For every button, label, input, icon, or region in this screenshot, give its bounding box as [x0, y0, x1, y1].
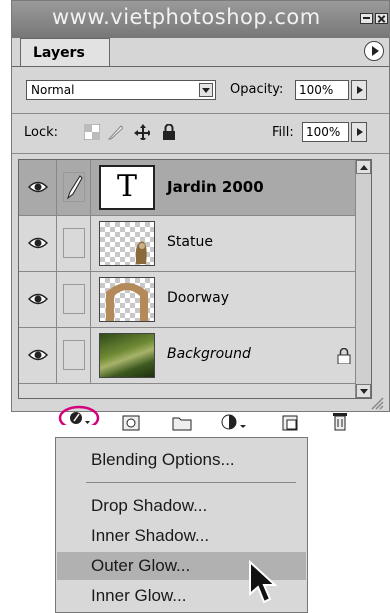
options-divider — [12, 113, 389, 114]
opacity-label: Opacity: — [230, 82, 284, 97]
link-cell[interactable] — [57, 160, 91, 215]
menu-separator — [86, 482, 296, 483]
mouse-cursor-icon — [249, 560, 277, 604]
watermark-text: www.vietphotoshop.com — [52, 5, 321, 29]
layer-thumbnail — [99, 221, 155, 266]
doorway-thumbnail-image — [106, 283, 148, 321]
menu-item-inner-shadow[interactable]: Inner Shadow... — [57, 522, 306, 550]
layer-row-jardin-2000[interactable]: T Jardin 2000 — [19, 160, 371, 216]
fill-label: Fill: — [272, 125, 294, 140]
layer-thumbnail — [99, 333, 155, 378]
eye-icon[interactable] — [28, 236, 48, 250]
eye-icon[interactable] — [28, 348, 48, 362]
brush-icon — [63, 172, 85, 202]
trash-icon[interactable] — [332, 411, 348, 431]
fill-field[interactable]: 100% — [302, 122, 349, 142]
chevron-down-icon[interactable] — [199, 83, 213, 97]
eye-icon[interactable] — [28, 180, 48, 194]
layer-row-statue[interactable]: Statue — [19, 216, 371, 272]
layer-thumbnail: T — [99, 165, 155, 210]
layer-row-doorway[interactable]: Doorway — [19, 272, 371, 328]
lock-transparency-icon[interactable] — [84, 124, 100, 140]
visibility-toggle[interactable] — [19, 216, 57, 271]
link-cell[interactable] — [57, 272, 91, 327]
layers-panel: www.vietphotoshop.com Layers Normal Opac… — [11, 0, 390, 431]
close-icon[interactable] — [375, 13, 388, 24]
layer-name[interactable]: Statue — [167, 234, 213, 250]
scroll-up-icon[interactable] — [356, 160, 371, 174]
layer-row-background[interactable]: Background — [19, 328, 371, 384]
menu-item-drop-shadow[interactable]: Drop Shadow... — [57, 492, 306, 520]
lock-position-icon[interactable] — [134, 124, 150, 140]
layers-scrollbar[interactable] — [355, 160, 371, 398]
blend-mode-value: Normal — [31, 83, 75, 97]
resize-grip-icon[interactable] — [370, 396, 386, 410]
tab-layers[interactable]: Layers — [20, 38, 110, 67]
link-cell[interactable] — [57, 216, 91, 271]
layer-name[interactable]: Doorway — [167, 290, 229, 306]
adjustment-layer-icon[interactable] — [220, 413, 248, 433]
lock-icon — [337, 348, 351, 364]
lock-pixels-icon[interactable] — [107, 124, 123, 140]
lock-label: Lock: — [24, 125, 59, 140]
layer-thumbnail — [99, 277, 155, 322]
new-group-icon[interactable] — [172, 415, 192, 435]
opacity-field[interactable]: 100% — [295, 80, 349, 100]
eye-icon[interactable] — [28, 292, 48, 306]
fill-arrow-icon[interactable] — [351, 122, 367, 142]
link-cell[interactable] — [57, 328, 91, 383]
layers-list: T Jardin 2000 Statue Doorway Background — [18, 159, 372, 399]
layer-style-button[interactable] — [58, 405, 102, 425]
opacity-arrow-icon[interactable] — [351, 80, 367, 100]
layer-name[interactable]: Background — [167, 346, 251, 362]
scroll-down-icon[interactable] — [356, 384, 371, 398]
layer-name[interactable]: Jardin 2000 — [167, 178, 264, 196]
minimize-icon[interactable] — [360, 13, 373, 24]
menu-item-blending-options[interactable]: Blending Options... — [57, 446, 306, 474]
new-layer-icon[interactable] — [282, 415, 298, 435]
visibility-toggle[interactable] — [19, 272, 57, 327]
layer-mask-icon[interactable] — [122, 415, 140, 435]
lock-all-icon[interactable] — [162, 124, 178, 140]
visibility-toggle[interactable] — [19, 160, 57, 215]
tab-divider — [12, 66, 389, 67]
blend-mode-select[interactable]: Normal — [26, 80, 216, 100]
lock-divider — [12, 153, 389, 154]
statue-thumbnail-image — [136, 241, 147, 264]
visibility-toggle[interactable] — [19, 328, 57, 383]
panel-menu-icon[interactable] — [364, 41, 384, 61]
title-bar: www.vietphotoshop.com — [12, 1, 389, 38]
